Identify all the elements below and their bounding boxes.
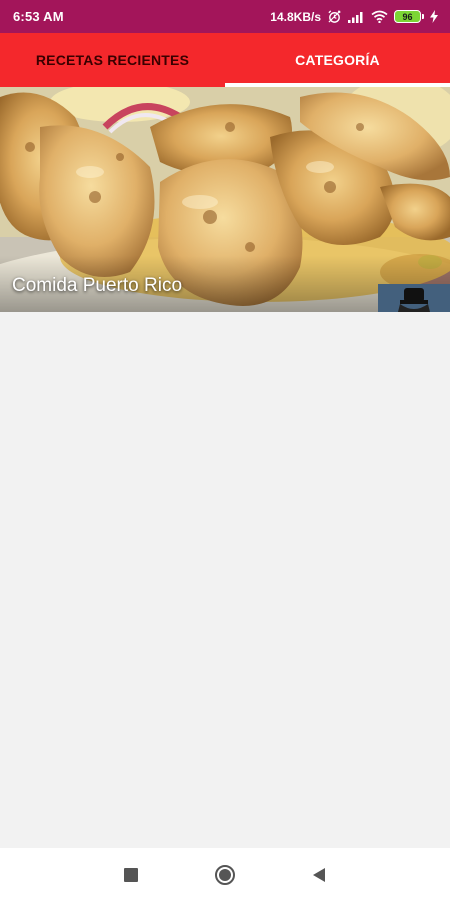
- chef-avatar: [378, 284, 450, 312]
- app-screen: 6:53 AM 14.8KB/s 96 RECETAS RECIENTES CA…: [0, 0, 450, 900]
- battery-tip: [422, 14, 424, 19]
- charging-icon: [430, 10, 438, 23]
- category-card[interactable]: Comida Puerto Rico: [0, 87, 450, 312]
- signal-icon: [348, 10, 365, 23]
- tab-categoria[interactable]: CATEGORÍA: [225, 33, 450, 87]
- battery-icon: 96: [394, 10, 424, 23]
- category-title: Comida Puerto Rico: [12, 275, 183, 296]
- status-icons: 14.8KB/s 96: [270, 9, 438, 24]
- status-time: 6:53 AM: [13, 9, 64, 24]
- back-triangle-icon: [313, 868, 325, 882]
- tab-bar: RECETAS RECIENTES CATEGORÍA: [0, 33, 450, 87]
- battery-level: 96: [394, 10, 421, 23]
- network-speed: 14.8KB/s: [270, 9, 321, 24]
- back-button[interactable]: [308, 864, 330, 886]
- tab-label: CATEGORÍA: [295, 52, 380, 68]
- wifi-icon: [371, 10, 388, 23]
- home-circle-icon: [215, 865, 235, 885]
- navigation-bar: [0, 848, 450, 900]
- alarm-icon: [327, 9, 342, 24]
- home-button[interactable]: [214, 864, 236, 886]
- tab-recetas-recientes[interactable]: RECETAS RECIENTES: [0, 33, 225, 87]
- square-icon: [124, 868, 138, 882]
- tab-label: RECETAS RECIENTES: [35, 52, 190, 68]
- status-bar: 6:53 AM 14.8KB/s 96: [0, 0, 450, 33]
- recents-button[interactable]: [120, 864, 142, 886]
